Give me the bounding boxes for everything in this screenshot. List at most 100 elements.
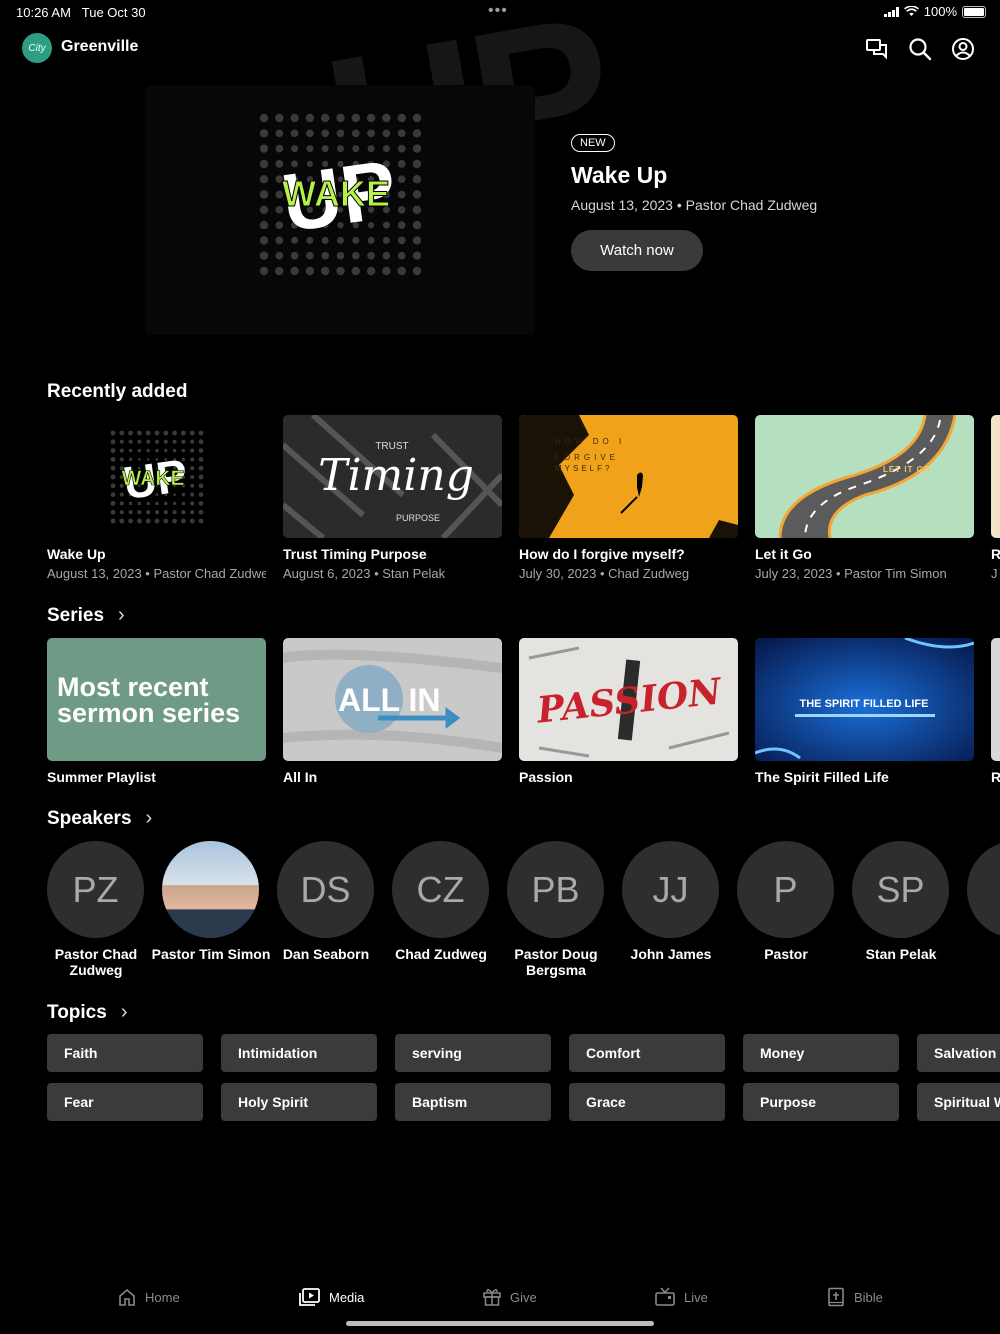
recent-card[interactable]: LET IT GO Let it Go July 23, 2023 • Past… — [755, 415, 974, 585]
decor-dot — [366, 266, 376, 276]
speaker-card[interactable]: P Pastor — [726, 840, 846, 980]
tab-bible[interactable]: Bible — [826, 1285, 883, 1309]
decor-dot — [397, 144, 406, 153]
series-carousel[interactable]: Most recent sermon series Summer Playlis… — [0, 638, 1000, 788]
decor-dot — [412, 236, 422, 245]
decor-dot — [259, 175, 269, 184]
decor-dot — [382, 113, 391, 123]
speaker-card[interactable]: JJ John James — [611, 840, 731, 980]
speaker-card[interactable]: PB Pastor Doug Bergsma — [496, 840, 616, 980]
speaker-card[interactable]: B — [956, 840, 1000, 980]
decor-dot — [397, 266, 406, 276]
decor-dot — [137, 430, 142, 436]
watch-now-button[interactable]: Watch now — [571, 230, 703, 271]
topic-chip[interactable]: Fear — [47, 1083, 203, 1121]
decor-dot — [290, 266, 299, 276]
decor-dot — [397, 160, 406, 168]
series-card[interactable]: R — [991, 638, 1000, 788]
hero-title: Wake Up — [571, 162, 668, 188]
topics-heading[interactable]: Topics › — [47, 1001, 128, 1024]
recent-card[interactable]: HOW DO I FORGIVE MYSELF? How do I forgiv… — [519, 415, 738, 585]
tab-live-label: Live — [684, 1289, 708, 1305]
series-card[interactable]: Most recent sermon series Summer Playlis… — [47, 638, 266, 788]
speakers-carousel[interactable]: PZ Pastor Chad Zudweg Pastor Tim Simon DS Da… — [0, 840, 1000, 985]
decor-dot — [367, 251, 375, 260]
church-logo[interactable]: City — [22, 33, 52, 63]
tab-live[interactable]: Live — [654, 1285, 708, 1309]
decor-dot — [190, 501, 195, 506]
series-card[interactable]: THE SPIRIT FILLED LIFE The Spirit Filled… — [755, 638, 974, 788]
search-icon[interactable] — [908, 37, 932, 61]
decor-dot — [119, 448, 124, 453]
decor-dot — [154, 518, 160, 524]
decor-dot — [198, 501, 204, 506]
speaker-card[interactable]: SP Stan Pelak — [841, 840, 961, 980]
decor-dot — [119, 518, 125, 524]
speaker-card[interactable]: PZ Pastor Chad Zudweg — [36, 840, 156, 980]
decor-dot — [190, 439, 195, 444]
series-card-title: R — [991, 769, 1000, 785]
series-card-title: All In — [283, 769, 318, 785]
hero-subtitle: August 13, 2023 • Pastor Chad Zudweg — [571, 197, 818, 213]
decor-dot — [181, 510, 186, 515]
speaker-name: Pastor Chad Zudweg — [54, 946, 138, 978]
svg-text:FORGIVE: FORGIVE — [555, 453, 619, 462]
series-thumb-spirit-filled: THE SPIRIT FILLED LIFE — [755, 638, 974, 761]
tab-give[interactable]: Give — [482, 1285, 537, 1309]
bible-icon — [828, 1287, 844, 1307]
speaker-initials-avatar: SP — [852, 841, 949, 938]
recent-card[interactable]: UP WAKE Wake Up August 13, 2023 • Pastor… — [47, 415, 266, 585]
recent-card[interactable]: R J — [991, 415, 1000, 585]
decor-dot — [275, 144, 284, 153]
decor-dot — [172, 510, 177, 515]
decor-dot — [137, 510, 142, 515]
profile-icon[interactable] — [951, 37, 975, 61]
speakers-heading[interactable]: Speakers › — [47, 807, 152, 830]
recent-card[interactable]: TRUST Timing PURPOSE Trust Timing Purpos… — [283, 415, 502, 585]
recent-card-subtitle: J — [991, 566, 998, 581]
topics-grid[interactable]: Faith Intimidation serving Comfort Money Salv… — [0, 1034, 1000, 1124]
decor-dot — [397, 129, 406, 138]
speaker-card[interactable]: CZ Chad Zudweg — [381, 840, 501, 980]
recently-added-carousel[interactable]: UP WAKE Wake Up August 13, 2023 • Pastor… — [0, 415, 1000, 585]
decor-dot — [190, 457, 195, 462]
tab-media[interactable]: Media — [299, 1285, 364, 1309]
topic-chip[interactable]: Intimidation — [221, 1034, 377, 1072]
decor-dot — [181, 430, 186, 436]
decor-dot — [412, 113, 422, 123]
decor-dot — [145, 430, 151, 436]
decor-dot — [382, 236, 390, 244]
topic-chip[interactable]: Comfort — [569, 1034, 725, 1072]
speaker-card[interactable]: DS Dan Seaborn — [266, 840, 386, 980]
tab-home[interactable]: Home — [117, 1285, 180, 1309]
church-name[interactable]: Greenville — [61, 38, 138, 56]
messages-icon[interactable] — [865, 37, 889, 61]
series-card[interactable]: ALL IN All In — [283, 638, 502, 788]
topic-chip[interactable]: Purpose — [743, 1083, 899, 1121]
topic-chip[interactable]: Salvation — [917, 1034, 1000, 1072]
decor-dot — [397, 190, 406, 199]
topic-chip[interactable]: Grace — [569, 1083, 725, 1121]
topic-chip[interactable]: Money — [743, 1034, 899, 1072]
topic-chip[interactable]: Faith — [47, 1034, 203, 1072]
topic-chip[interactable]: Holy Spirit — [221, 1083, 377, 1121]
series-heading[interactable]: Series › — [47, 604, 125, 627]
decor-dot — [275, 221, 284, 229]
decor-dot — [110, 457, 116, 462]
new-badge: NEW — [571, 134, 615, 152]
topic-chip[interactable]: Spiritual W — [917, 1083, 1000, 1121]
speaker-initials-avatar: PB — [507, 841, 604, 938]
topic-chip[interactable]: serving — [395, 1034, 551, 1072]
home-indicator[interactable] — [346, 1321, 654, 1326]
decor-dot — [259, 159, 269, 169]
topic-chip[interactable]: Baptism — [395, 1083, 551, 1121]
hero-artwork[interactable]: UP WAKE — [258, 112, 423, 277]
decor-dot — [412, 266, 422, 276]
decor-dot — [163, 518, 169, 524]
speaker-card[interactable]: Pastor Tim Simon — [151, 840, 271, 980]
series-card[interactable]: PASSION Passion — [519, 638, 738, 788]
svg-text:ALL IN: ALL IN — [338, 682, 441, 718]
decor-dot — [128, 510, 133, 515]
decor-dot — [128, 439, 133, 444]
decor-dot — [351, 113, 360, 123]
